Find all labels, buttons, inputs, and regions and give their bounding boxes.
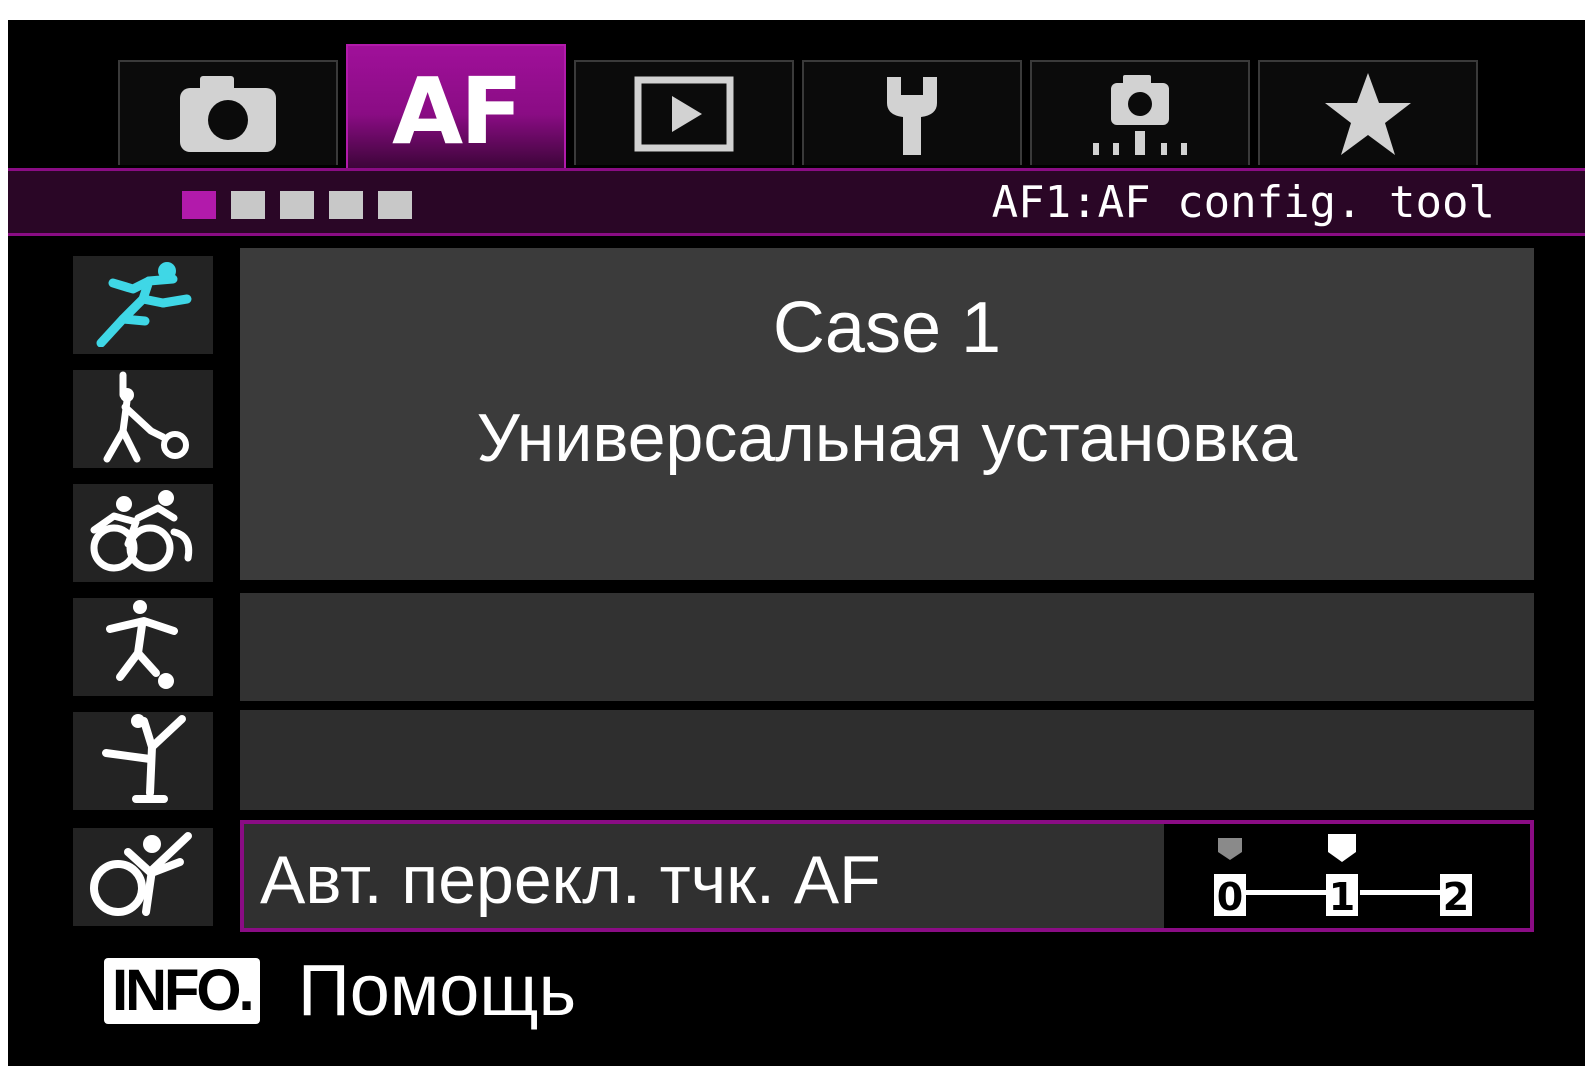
scale-label-1: 1: [1329, 875, 1355, 919]
page-dot-5[interactable]: [378, 191, 412, 219]
soccer-player-icon: [98, 599, 188, 695]
camera-custom-icon: [1085, 71, 1195, 157]
tab-playback[interactable]: [574, 60, 794, 165]
case-5-button[interactable]: [73, 712, 213, 810]
page-dot-1[interactable]: [182, 191, 216, 219]
page-indicator: [182, 191, 412, 219]
case-4-button[interactable]: [73, 598, 213, 696]
tab-shooting[interactable]: [118, 60, 338, 165]
case-3-button[interactable]: [73, 484, 213, 582]
case-1-button[interactable]: [73, 256, 213, 354]
case-description: Универсальная установка: [476, 400, 1298, 476]
gymnast-icon: [88, 832, 198, 922]
page-dot-4[interactable]: [329, 191, 363, 219]
parameter-row-acceleration[interactable]: [240, 710, 1534, 810]
default-value-marker: [1218, 838, 1242, 860]
parameter-label: Авт. перекл. тчк. AF: [260, 842, 881, 918]
figure-skater-icon: [98, 713, 188, 809]
parameter-row-af-point-switching[interactable]: Авт. перекл. тчк. AF 0 1 2: [240, 820, 1534, 932]
menu-header: AF1:AF config. tool: [8, 168, 1585, 236]
cyclists-icon: [88, 488, 198, 578]
current-value-marker: [1328, 834, 1356, 862]
tab-setup[interactable]: [802, 60, 1022, 165]
menu-title: AF1:AF config. tool: [991, 177, 1495, 228]
tennis-player-icon: [93, 371, 193, 467]
tab-af-label: AF: [391, 57, 523, 165]
scale-label-0: 0: [1217, 875, 1243, 919]
tab-my-menu[interactable]: [1258, 60, 1478, 165]
tab-af[interactable]: AF: [346, 44, 566, 170]
menu-tab-bar: AF: [8, 20, 1585, 170]
parameter-scale[interactable]: 0 1 2: [1164, 824, 1530, 928]
tab-custom-functions[interactable]: [1030, 60, 1250, 165]
star-icon: [1323, 71, 1413, 157]
page-dot-3[interactable]: [280, 191, 314, 219]
playback-icon: [634, 76, 734, 152]
scale-label-2: 2: [1443, 875, 1469, 919]
info-button[interactable]: INFO.: [104, 958, 260, 1024]
page-dot-2[interactable]: [231, 191, 265, 219]
wrench-icon: [877, 71, 947, 157]
case-info-panel: Case 1 Универсальная установка: [240, 248, 1534, 580]
case-name: Case 1: [772, 288, 1002, 368]
sprinter-icon: [93, 259, 193, 351]
camera-menu-screen: AF AF1:AF config. tool Case 1 Универсаль…: [8, 20, 1585, 1066]
camera-icon: [178, 74, 278, 154]
case-2-button[interactable]: [73, 370, 213, 468]
parameter-row-tracking[interactable]: [240, 593, 1534, 701]
help-label: Помощь: [298, 951, 577, 1031]
case-6-button[interactable]: [73, 828, 213, 926]
